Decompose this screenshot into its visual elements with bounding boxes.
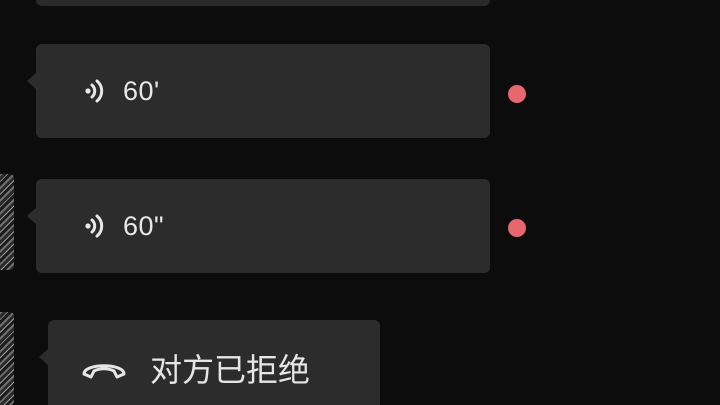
previous-message-bubble[interactable] [36,0,490,6]
avatar[interactable] [0,174,14,270]
call-status-text: 对方已拒绝 [150,350,311,389]
voice-message-bubble[interactable]: 60" [27,179,490,273]
unread-dot [508,219,526,237]
unread-dot [508,85,526,103]
hang-up-phone-icon [78,353,130,383]
voice-message-icon [80,211,110,241]
call-message-bubble[interactable]: 对方已拒绝 [39,320,380,405]
voice-message-bubble[interactable]: 60' [27,44,490,138]
voice-duration: 60" [123,210,165,241]
voice-message-icon [80,76,110,106]
avatar[interactable] [0,312,14,405]
voice-duration: 60' [123,75,160,106]
chat-conversation: 60' 60" 对方已拒绝 [0,0,720,405]
